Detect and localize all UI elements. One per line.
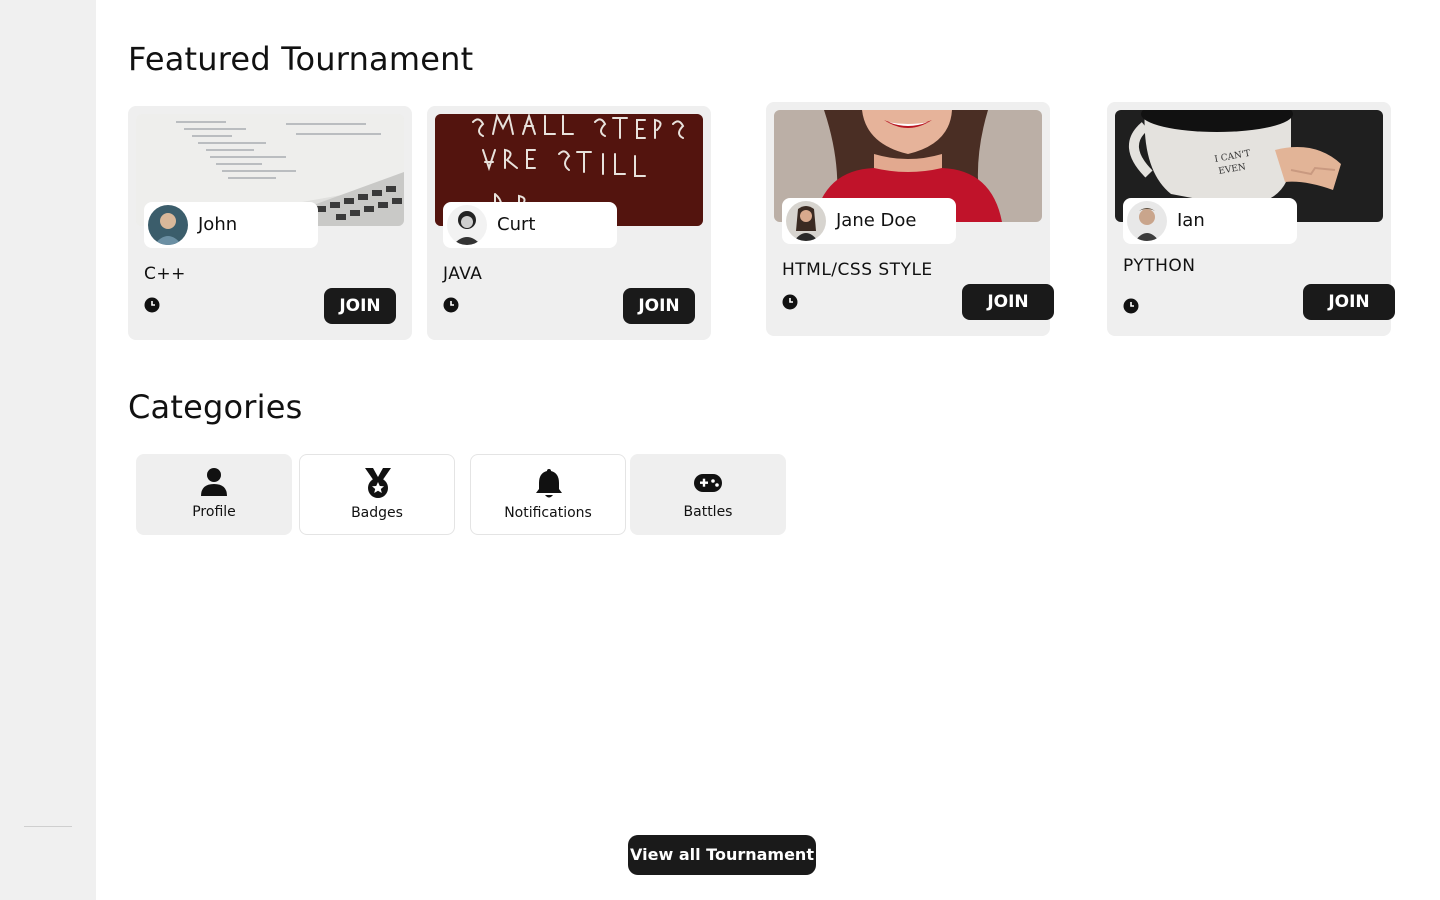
sidebar-divider: [24, 826, 72, 827]
category-notifications[interactable]: Notifications: [470, 454, 626, 535]
curt-avatar: [447, 205, 487, 245]
ian-avatar: [1127, 201, 1167, 241]
person-icon: [201, 468, 227, 496]
john-avatar: [148, 205, 188, 245]
category-badges[interactable]: Badges: [299, 454, 455, 535]
category-label: Badges: [351, 505, 403, 521]
tournament-title: PYTHON: [1123, 256, 1196, 276]
join-button[interactable]: JOIN: [324, 288, 396, 324]
medal-icon: [365, 468, 391, 498]
featured-tournament-heading: Featured Tournament: [128, 40, 474, 78]
clock-icon: [782, 294, 798, 310]
category-battles[interactable]: Battles: [630, 454, 786, 535]
category-profile[interactable]: Profile: [136, 454, 292, 535]
join-button[interactable]: JOIN: [623, 288, 695, 324]
category-label: Profile: [192, 504, 236, 520]
tournament-title: C++: [144, 264, 186, 284]
clock-icon: [1123, 298, 1139, 314]
join-button[interactable]: JOIN: [1303, 284, 1395, 320]
owner-name: John: [198, 214, 238, 235]
gamepad-icon: [694, 474, 722, 492]
tournament-card-java[interactable]: Curt JAVA JOIN: [427, 106, 711, 340]
tournament-card-python[interactable]: I CAN'T EVEN Ian PYTHON JOIN: [1107, 102, 1395, 336]
jane-doe-avatar: [786, 201, 826, 241]
owner-name: Ian: [1177, 210, 1205, 231]
owner-pill: Jane Doe: [782, 198, 956, 244]
bell-icon: [536, 469, 562, 498]
owner-name: Jane Doe: [836, 210, 917, 231]
owner-name: Curt: [497, 214, 536, 235]
tournament-card-html-css[interactable]: Jane Doe HTML/CSS STYLE JOIN: [766, 102, 1054, 336]
category-label: Battles: [683, 504, 733, 520]
owner-pill: Curt: [443, 202, 617, 248]
clock-icon: [144, 297, 160, 313]
categories-heading: Categories: [128, 388, 303, 426]
clock-icon: [443, 297, 459, 313]
tournament-title: HTML/CSS STYLE: [782, 260, 933, 280]
owner-pill: Ian: [1123, 198, 1297, 244]
tournament-card-cpp[interactable]: John C++ JOIN: [128, 106, 412, 340]
tournament-title: JAVA: [443, 264, 483, 284]
view-all-tournament-button[interactable]: View all Tournament: [628, 835, 816, 875]
sidebar: [0, 0, 96, 900]
category-label: Notifications: [504, 505, 592, 521]
owner-pill: John: [144, 202, 318, 248]
join-button[interactable]: JOIN: [962, 284, 1054, 320]
